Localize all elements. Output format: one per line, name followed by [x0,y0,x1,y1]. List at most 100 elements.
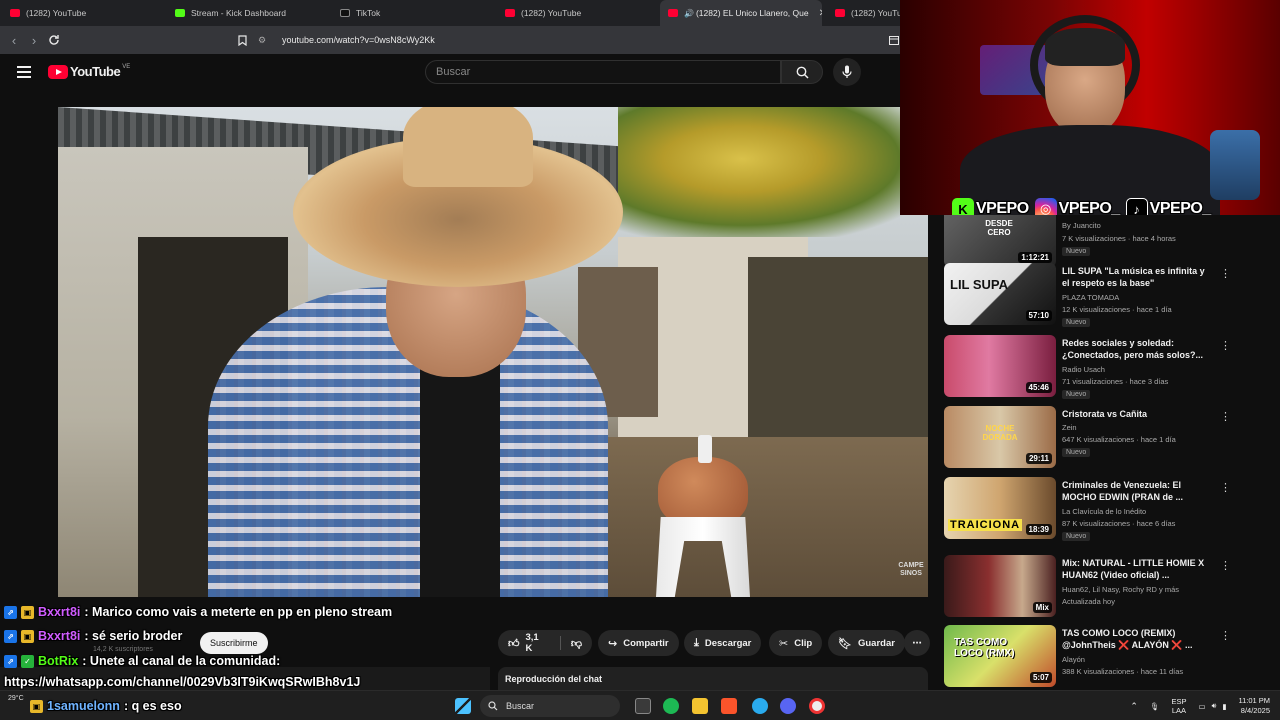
video-thumbnail[interactable]: TAS COMO LOCO (RMX) 5:07 [944,625,1056,687]
close-tab-icon[interactable]: ✕ [819,8,822,19]
video-player[interactable]: CAMPE SINOS [58,107,928,597]
search-button[interactable] [781,60,823,84]
like-count[interactable]: 3,1 K [526,632,542,654]
site-settings-icon[interactable]: ⚙ [258,35,272,46]
video-title[interactable]: Criminales de Venezuela: El MOCHO EDWIN … [1062,479,1212,503]
task-view-icon[interactable] [635,698,651,714]
taskbar-search[interactable]: Buscar [480,695,620,717]
app-icon[interactable] [809,698,825,714]
video-thumbnail[interactable]: Mix [944,555,1056,617]
share-button[interactable]: ↪ Compartir [598,630,679,656]
video-stats: Actualizada hoy [1062,597,1115,606]
bookmark-icon[interactable] [234,32,250,48]
video-title[interactable]: Cristorata vs Cañita [1062,408,1212,420]
browser-tab[interactable]: (1282) YouTub [827,0,900,26]
monitor-icon[interactable]: ▭ [1198,702,1205,711]
input-language[interactable]: ESP LAA [1171,697,1186,715]
search-icon [488,701,498,711]
video-duration: 18:39 [1025,524,1052,535]
recommended-video[interactable]: Mix Mix: NATURAL - LITTLE HOMIE X HUAN62… [944,555,1274,619]
youtube-logo-text: YouTube [70,64,121,79]
search-input[interactable]: Buscar [425,60,781,84]
browser-tab[interactable]: Stream - Kick Dashboard [167,0,332,26]
brave-browser-icon[interactable] [721,698,737,714]
recommended-video[interactable]: LIL SUPA 57:10 LIL SUPA "La música es in… [944,263,1274,327]
browser-tab[interactable]: (1282) YouTube [2,0,167,26]
channel-name: Zein [1062,423,1077,432]
more-options-icon[interactable]: ⋮ [1220,267,1231,280]
browser-tab[interactable]: (1282) YouTube [497,0,660,26]
streamer-webcam [900,0,1280,215]
water-bottle [1210,130,1260,200]
clay-pot [658,457,748,527]
spotify-icon[interactable] [663,698,679,714]
video-stats: 7 K visualizaciones · hace 4 horas [1062,234,1176,243]
recommended-video[interactable]: TRAICIONA 18:39 Criminales de Venezuela:… [944,477,1274,541]
video-stats: 87 K visualizaciones · hace 6 días [1062,519,1176,528]
back-icon[interactable]: ‹ [6,32,22,48]
browser-tab-active[interactable]: 🔊 (1282) EL Unico Llanero, Que ✕ [660,0,822,26]
windows-taskbar: 29°C Buscar ⌃ 🎙︎ ESP LAA ▭ 🔊︎ ▮ 11:01 PM… [0,690,1280,720]
subscriber-badge-icon: ▣ [21,605,34,619]
ground [598,437,928,597]
recommended-video[interactable]: TAS COMO LOCO (RMX) 5:07 TAS COMO LOCO (… [944,625,1274,689]
browser-tab[interactable]: TikTok [332,0,497,26]
subscribe-button[interactable]: Suscribirme [200,632,268,654]
more-actions-button[interactable]: ⋯ [904,630,930,656]
share-badge-icon: ⇗ [4,654,17,668]
chat-replay-toggle[interactable]: Reproducción del chat [498,667,928,691]
video-thumbnail[interactable]: TRAICIONA 18:39 [944,477,1056,539]
more-options-icon[interactable]: ⋮ [1220,559,1231,572]
browser-tab-bar: (1282) YouTube Stream - Kick Dashboard T… [0,0,900,26]
channel-name: PLAZA TOMADA [1062,293,1120,302]
video-title[interactable]: TAS COMO LOCO (REMIX) @JohnTheis ❌ ALAYÓ… [1062,627,1212,651]
telegram-icon[interactable] [752,698,768,714]
clip-button[interactable]: ✂ Clip [769,630,823,656]
download-button[interactable]: ⤓ Descargar [684,630,762,656]
reload-icon[interactable] [46,32,62,48]
clock[interactable]: 11:01 PM 8/4/2025 [1238,696,1270,716]
chat-text: : sé serio broder [84,629,183,643]
microphone-icon[interactable]: 🎙︎ [1150,702,1160,711]
speaker-icon: 🔊 [684,8,694,18]
youtube-icon [10,9,20,17]
chat-username: Bxxrt8i [38,629,81,643]
more-options-icon[interactable]: ⋮ [1220,481,1231,494]
chat-username: BotRix [38,654,79,668]
more-options-icon[interactable]: ⋮ [1220,339,1231,352]
discord-icon[interactable] [780,698,796,714]
windows-start-icon[interactable] [455,698,471,714]
recommended-video[interactable]: 45:46 Redes sociales y soledad: ¿Conecta… [944,335,1274,399]
video-title[interactable]: LIL SUPA "La música es infinita y el res… [1062,265,1212,289]
video-thumbnail[interactable]: 45:46 [944,335,1056,397]
youtube-logo[interactable]: YouTube VE [48,64,130,79]
video-duration: 5:07 [1029,672,1052,683]
more-options-icon[interactable]: ⋮ [1220,410,1231,423]
chevron-up-icon[interactable]: ⌃ [1130,701,1138,712]
thumbs-up-icon[interactable]: 👍︎ [508,637,520,650]
video-title[interactable]: Mix: NATURAL - LITTLE HOMIE X HUAN62 (Vi… [1062,557,1212,581]
url-text: youtube.com/watch?v=0wsN8cWy2Kk [282,35,435,45]
address-bar[interactable]: ⚙ youtube.com/watch?v=0wsN8cWy2Kk [258,30,888,50]
hamburger-menu-icon[interactable] [17,66,31,78]
chat-username: Bxxrt8i [38,605,81,619]
more-options-icon[interactable]: ⋮ [1220,629,1231,642]
voice-search-button[interactable] [833,58,861,86]
save-button[interactable]: 🔖︎ Guardar [828,630,905,656]
recommended-video[interactable]: DESDE CERO 1:12:21 By Juancito 7 K visua… [944,215,1274,269]
channel-name: Alayón [1062,655,1085,664]
forward-icon[interactable]: › [26,32,42,48]
battery-icon[interactable]: ▮ [1222,702,1226,711]
youtube-header: YouTube VE Buscar [0,54,900,94]
file-explorer-icon[interactable] [692,698,708,714]
volume-icon[interactable]: 🔊︎ [1212,701,1217,711]
scissors-icon: ✂ [779,637,789,650]
video-title[interactable]: Redes sociales y soledad: ¿Conectados, p… [1062,337,1212,361]
video-thumbnail[interactable]: DESDE CERO 1:12:21 [944,215,1056,267]
channel-subscribers: 14,2 K suscriptores [93,646,153,653]
video-thumbnail[interactable]: NOCHE DORADA 29:11 [944,406,1056,468]
thumbs-down-icon[interactable]: 👎︎ [571,637,582,650]
video-thumbnail[interactable]: LIL SUPA 57:10 [944,263,1056,325]
new-badge: Nuevo [1062,532,1091,541]
recommended-video[interactable]: NOCHE DORADA 29:11 Cristorata vs Cañita … [944,406,1274,470]
